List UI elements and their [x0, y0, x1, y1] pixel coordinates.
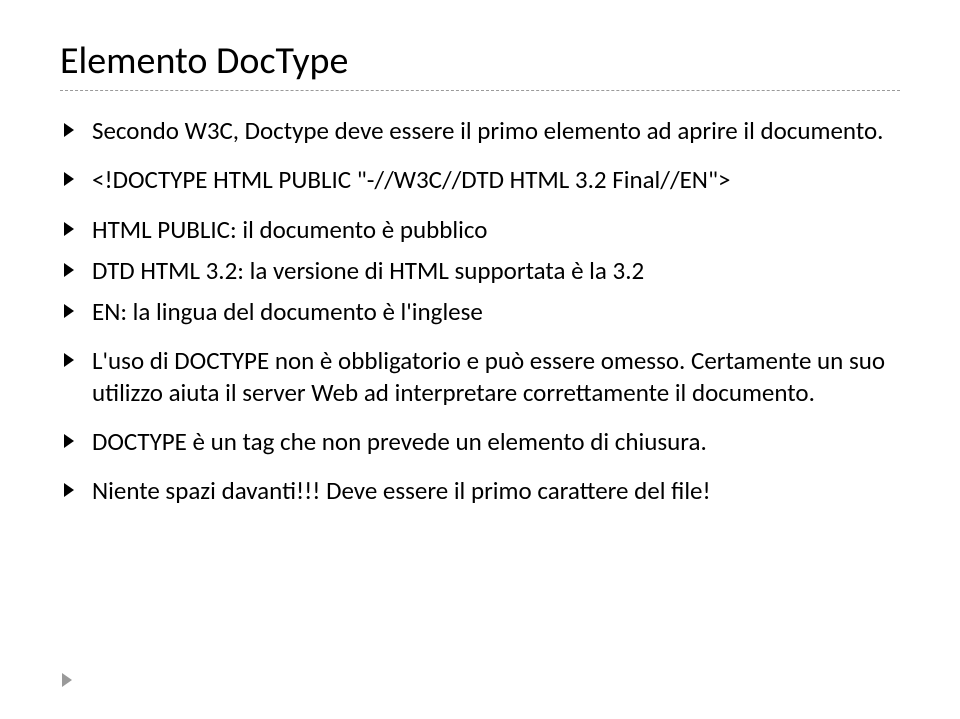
bullet-item: DTD HTML 3.2: la versione di HTML suppor…	[60, 255, 900, 286]
bullet-item: DOCTYPE è un tag che non prevede un elem…	[60, 426, 900, 457]
bullet-item: EN: la lingua del documento è l'inglese	[60, 296, 900, 327]
slide: Elemento DocType Secondo W3C, Doctype de…	[0, 0, 960, 719]
bullet-list: Secondo W3C, Doctype deve essere il prim…	[60, 115, 900, 506]
bullet-item: HTML PUBLIC: il documento è pubblico	[60, 214, 900, 245]
bullet-item: Niente spazi davanti!!! Deve essere il p…	[60, 475, 900, 506]
bullet-item: <!DOCTYPE HTML PUBLIC "-//W3C//DTD HTML …	[60, 164, 900, 195]
bullet-item: Secondo W3C, Doctype deve essere il prim…	[60, 115, 900, 146]
slide-title: Elemento DocType	[60, 38, 900, 84]
title-underline	[60, 90, 900, 91]
decorative-arrow-icon	[62, 673, 72, 687]
bullet-item: L'uso di DOCTYPE non è obbligatorio e pu…	[60, 345, 900, 408]
